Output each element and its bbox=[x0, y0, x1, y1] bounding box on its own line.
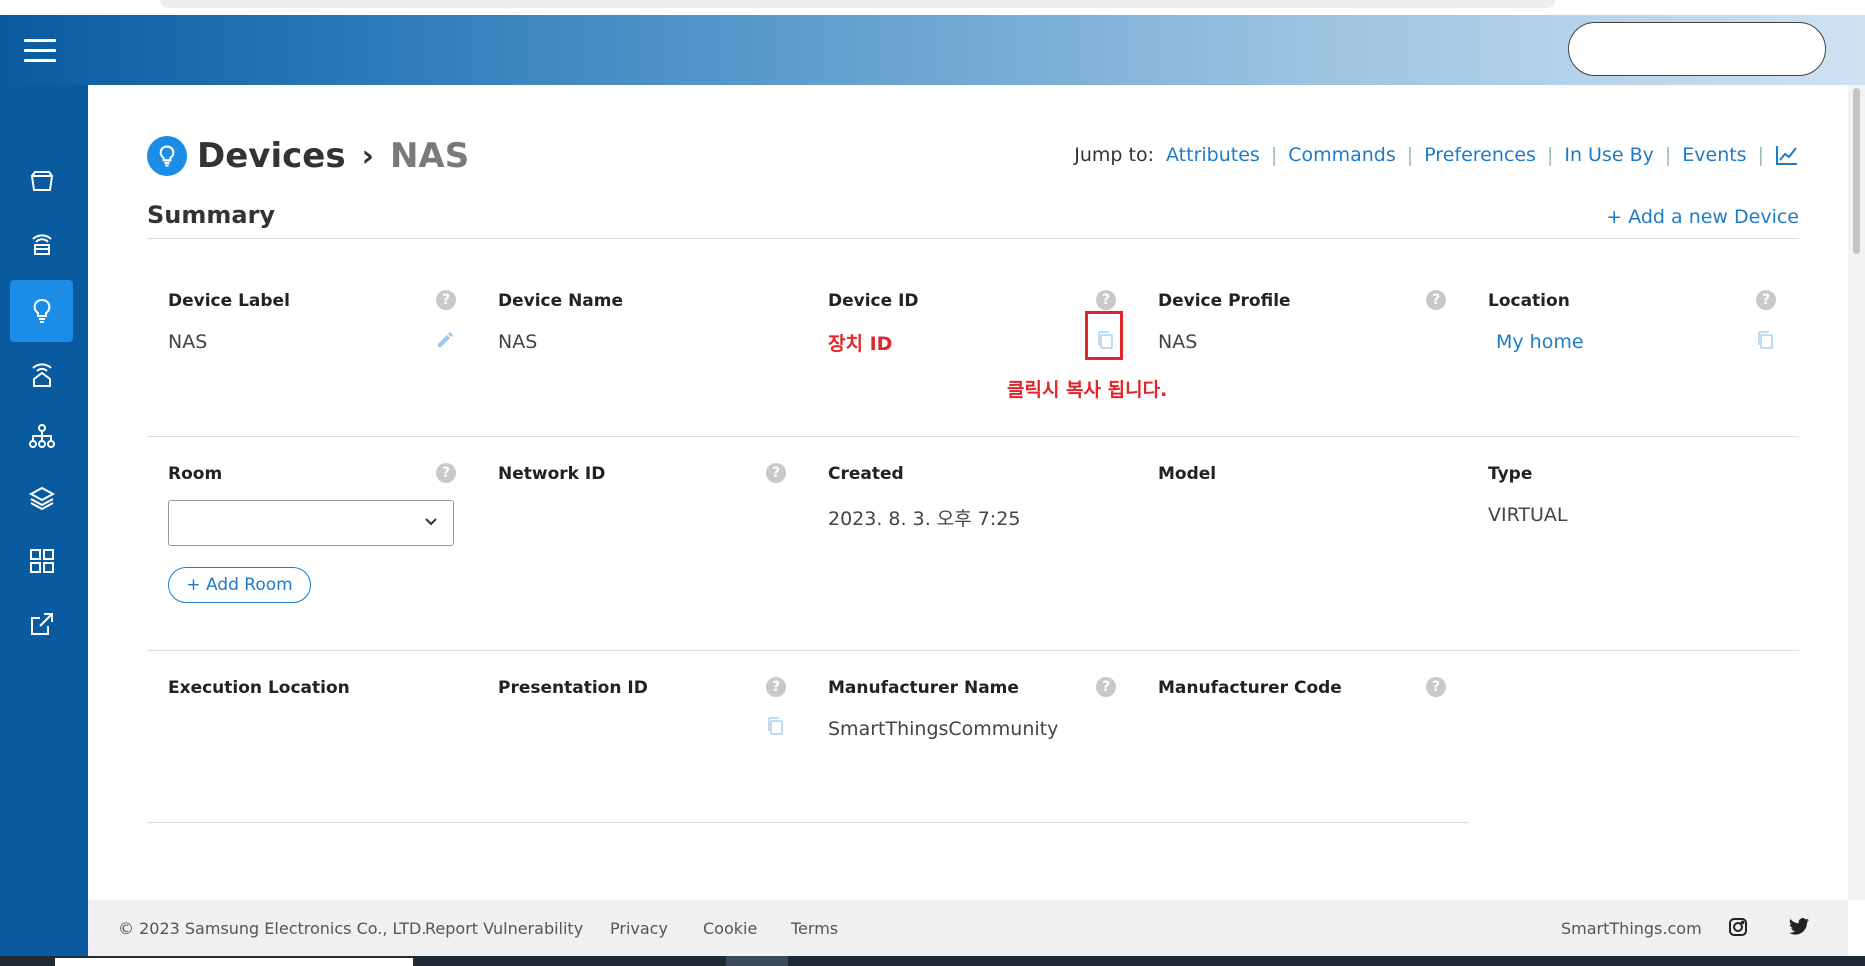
device-label-value: NAS bbox=[168, 331, 208, 353]
box-icon[interactable] bbox=[10, 151, 73, 213]
jump-events-link[interactable]: Events bbox=[1682, 144, 1746, 166]
help-icon[interactable]: ? bbox=[436, 463, 456, 483]
page-title: Devices › NAS bbox=[147, 135, 469, 177]
footer-copyright: © 2023 Samsung Electronics Co., LTD. bbox=[118, 919, 427, 938]
device-profile-label: Device Profile bbox=[1158, 291, 1291, 311]
twitter-icon[interactable] bbox=[1788, 917, 1810, 941]
add-room-button[interactable]: + Add Room bbox=[168, 567, 311, 603]
manufacturer-code-label: Manufacturer Code bbox=[1158, 678, 1342, 698]
layers-icon[interactable] bbox=[10, 467, 73, 529]
network-icon[interactable] bbox=[10, 405, 73, 467]
browser-url-bar[interactable] bbox=[160, 0, 1555, 8]
breadcrumb-device: NAS bbox=[389, 136, 470, 176]
footer-site-link[interactable]: SmartThings.com bbox=[1561, 919, 1702, 938]
bulb-icon bbox=[147, 136, 187, 176]
device-id-label: Device ID bbox=[828, 291, 919, 311]
hamburger-icon[interactable] bbox=[24, 39, 56, 63]
footer-report-vulnerability-link[interactable]: Report Vulnerability bbox=[425, 919, 583, 938]
manufacturer-name-label: Manufacturer Name bbox=[828, 678, 1019, 698]
help-icon[interactable]: ? bbox=[1096, 677, 1116, 697]
help-icon[interactable]: ? bbox=[1756, 290, 1776, 310]
pencil-icon[interactable] bbox=[436, 331, 454, 353]
taskbar-app[interactable] bbox=[726, 956, 788, 966]
jump-commands-link[interactable]: Commands bbox=[1288, 144, 1396, 166]
app-header bbox=[0, 15, 1865, 85]
room-label: Room bbox=[168, 464, 223, 484]
location-link[interactable]: My home bbox=[1496, 331, 1584, 353]
divider bbox=[147, 436, 1799, 437]
device-name-value: NAS bbox=[498, 331, 538, 353]
device-label-label: Device Label bbox=[168, 291, 290, 311]
help-icon[interactable]: ? bbox=[766, 677, 786, 697]
breadcrumb-separator: › bbox=[361, 138, 374, 174]
scrollbar-thumb[interactable] bbox=[1853, 88, 1860, 254]
type-label: Type bbox=[1488, 464, 1533, 484]
divider bbox=[147, 238, 1799, 239]
footer-cookie-link[interactable]: Cookie bbox=[703, 919, 757, 938]
chevron-down-icon bbox=[423, 513, 439, 533]
footer: © 2023 Samsung Electronics Co., LTD. Rep… bbox=[88, 900, 1848, 956]
scrollbar[interactable] bbox=[1848, 85, 1865, 900]
external-link-icon[interactable] bbox=[10, 593, 73, 655]
room-select[interactable] bbox=[168, 500, 454, 546]
chart-icon[interactable] bbox=[1775, 144, 1799, 166]
bulb-icon[interactable] bbox=[10, 280, 73, 342]
jump-to-label: Jump to: bbox=[1074, 144, 1155, 166]
divider bbox=[147, 822, 1469, 823]
footer-terms-link[interactable]: Terms bbox=[791, 919, 838, 938]
presentation-id-label: Presentation ID bbox=[498, 678, 648, 698]
hub-icon[interactable] bbox=[10, 213, 73, 275]
execution-location-label: Execution Location bbox=[168, 678, 350, 698]
breadcrumb-devices[interactable]: Devices bbox=[197, 136, 346, 176]
copy-icon[interactable] bbox=[766, 716, 784, 736]
help-icon[interactable]: ? bbox=[766, 463, 786, 483]
add-new-device-link[interactable]: + Add a new Device bbox=[1606, 206, 1799, 228]
sidebar bbox=[0, 85, 88, 966]
device-name-label: Device Name bbox=[498, 291, 624, 311]
jump-to-bar: Jump to: Attributes | Commands | Preferenc… bbox=[1074, 144, 1799, 166]
divider bbox=[147, 650, 1799, 651]
copy-annotation: 클릭시 복사 됩니다. bbox=[1007, 379, 1168, 401]
location-label: Location bbox=[1488, 291, 1570, 311]
network-id-label: Network ID bbox=[498, 464, 606, 484]
help-icon[interactable]: ? bbox=[1426, 677, 1446, 697]
apps-icon[interactable] bbox=[10, 530, 73, 592]
help-icon[interactable]: ? bbox=[1426, 290, 1446, 310]
jump-attributes-link[interactable]: Attributes bbox=[1166, 144, 1260, 166]
home-signal-icon[interactable] bbox=[10, 343, 73, 405]
type-value: VIRTUAL bbox=[1488, 504, 1568, 526]
device-id-value: 장치 ID bbox=[828, 333, 893, 355]
os-taskbar bbox=[0, 956, 1865, 966]
help-icon[interactable]: ? bbox=[1096, 290, 1116, 310]
jump-preferences-link[interactable]: Preferences bbox=[1424, 144, 1536, 166]
summary-heading: Summary bbox=[147, 201, 276, 229]
copy-icon[interactable] bbox=[1096, 330, 1114, 350]
model-label: Model bbox=[1158, 464, 1217, 484]
footer-privacy-link[interactable]: Privacy bbox=[610, 919, 668, 938]
created-label: Created bbox=[828, 464, 904, 484]
jump-in-use-by-link[interactable]: In Use By bbox=[1564, 144, 1654, 166]
device-profile-value: NAS bbox=[1158, 331, 1198, 353]
manufacturer-name-value: SmartThingsCommunity bbox=[828, 718, 1059, 740]
browser-top-strip bbox=[0, 0, 1865, 15]
copy-icon[interactable] bbox=[1756, 330, 1774, 350]
taskbar-search[interactable] bbox=[55, 958, 413, 966]
created-value: 2023. 8. 3. 오후 7:25 bbox=[828, 508, 1021, 530]
instagram-icon[interactable] bbox=[1728, 917, 1748, 941]
help-icon[interactable]: ? bbox=[436, 290, 456, 310]
search-input[interactable] bbox=[1568, 22, 1826, 76]
